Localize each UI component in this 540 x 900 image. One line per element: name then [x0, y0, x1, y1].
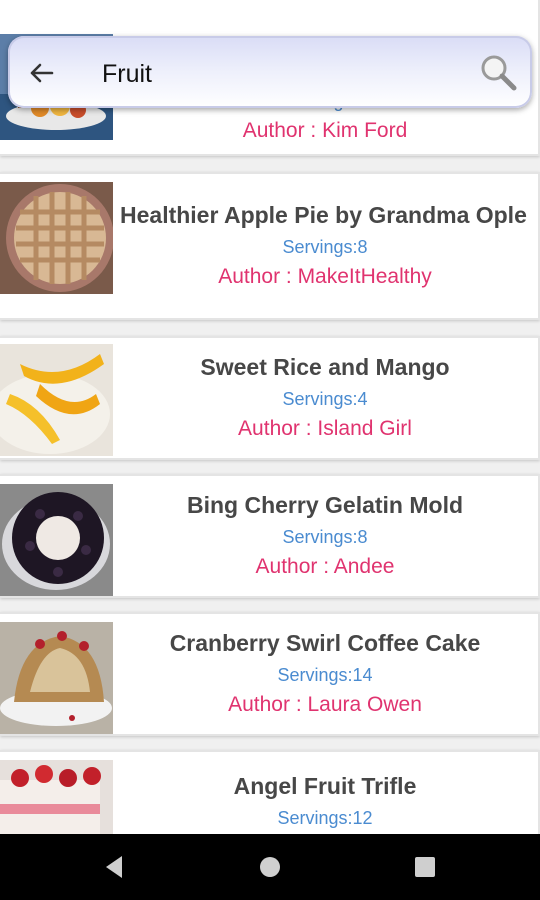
- recipe-card[interactable]: Angel Fruit Trifle Servings:12: [0, 750, 540, 834]
- recipe-info: Cranberry Swirl Coffee Cake Servings:14 …: [118, 614, 532, 734]
- recipe-title: Healthier Apple Pie by Grandma Ople: [120, 202, 527, 228]
- search-bar: [8, 36, 532, 108]
- arrow-back-icon[interactable]: [26, 58, 56, 88]
- search-input[interactable]: [102, 56, 462, 92]
- recipe-author: Author : MakeItHealthy: [218, 265, 432, 288]
- recipe-card[interactable]: Healthier Apple Pie by Grandma Ople Serv…: [0, 172, 540, 320]
- recipe-card[interactable]: Bing Cherry Gelatin Mold Servings:8 Auth…: [0, 474, 540, 598]
- recipe-thumbnail: [0, 760, 113, 834]
- recipe-list[interactable]: Servings:8 Author : Kim Ford: [0, 0, 540, 834]
- recipe-servings: Servings:8: [282, 237, 368, 257]
- recipe-info: Angel Fruit Trifle Servings:12: [118, 766, 532, 834]
- recipe-servings: Servings:12: [277, 808, 373, 828]
- recipe-author: Author : Andee: [255, 555, 395, 578]
- recipe-author: Author : Laura Owen: [228, 693, 422, 716]
- recipe-author: Author : Kim Ford: [242, 119, 408, 142]
- recipe-title: Cranberry Swirl Coffee Cake: [169, 630, 481, 656]
- recipe-card[interactable]: Cranberry Swirl Coffee Cake Servings:14 …: [0, 612, 540, 736]
- back-triangle-icon[interactable]: [100, 852, 130, 882]
- recipe-servings: Servings:4: [282, 389, 368, 409]
- magnifier-icon[interactable]: [478, 52, 518, 92]
- recipe-author: Author : Island Girl: [238, 417, 412, 440]
- home-circle-icon[interactable]: [255, 852, 285, 882]
- recipe-info: Healthier Apple Pie by Grandma Ople Serv…: [118, 174, 532, 318]
- recipe-title: Sweet Rice and Mango: [200, 354, 450, 380]
- recipe-thumbnail: [0, 344, 113, 456]
- recents-square-icon[interactable]: [410, 852, 440, 882]
- recipe-servings: Servings:14: [277, 665, 373, 685]
- recipe-info: Sweet Rice and Mango Servings:4 Author :…: [118, 338, 532, 458]
- recipe-info: Bing Cherry Gelatin Mold Servings:8 Auth…: [118, 476, 532, 596]
- recipe-thumbnail: [0, 484, 113, 596]
- recipe-servings: Servings:8: [282, 527, 368, 547]
- recipe-card[interactable]: Sweet Rice and Mango Servings:4 Author :…: [0, 336, 540, 460]
- recipe-thumbnail: [0, 622, 113, 734]
- recipe-title: Bing Cherry Gelatin Mold: [186, 492, 464, 518]
- navigation-bar: [0, 834, 540, 900]
- recipe-title: Angel Fruit Trifle: [233, 773, 417, 799]
- recipe-thumbnail: [0, 182, 113, 294]
- app-screen: Servings:8 Author : Kim Ford: [0, 0, 540, 900]
